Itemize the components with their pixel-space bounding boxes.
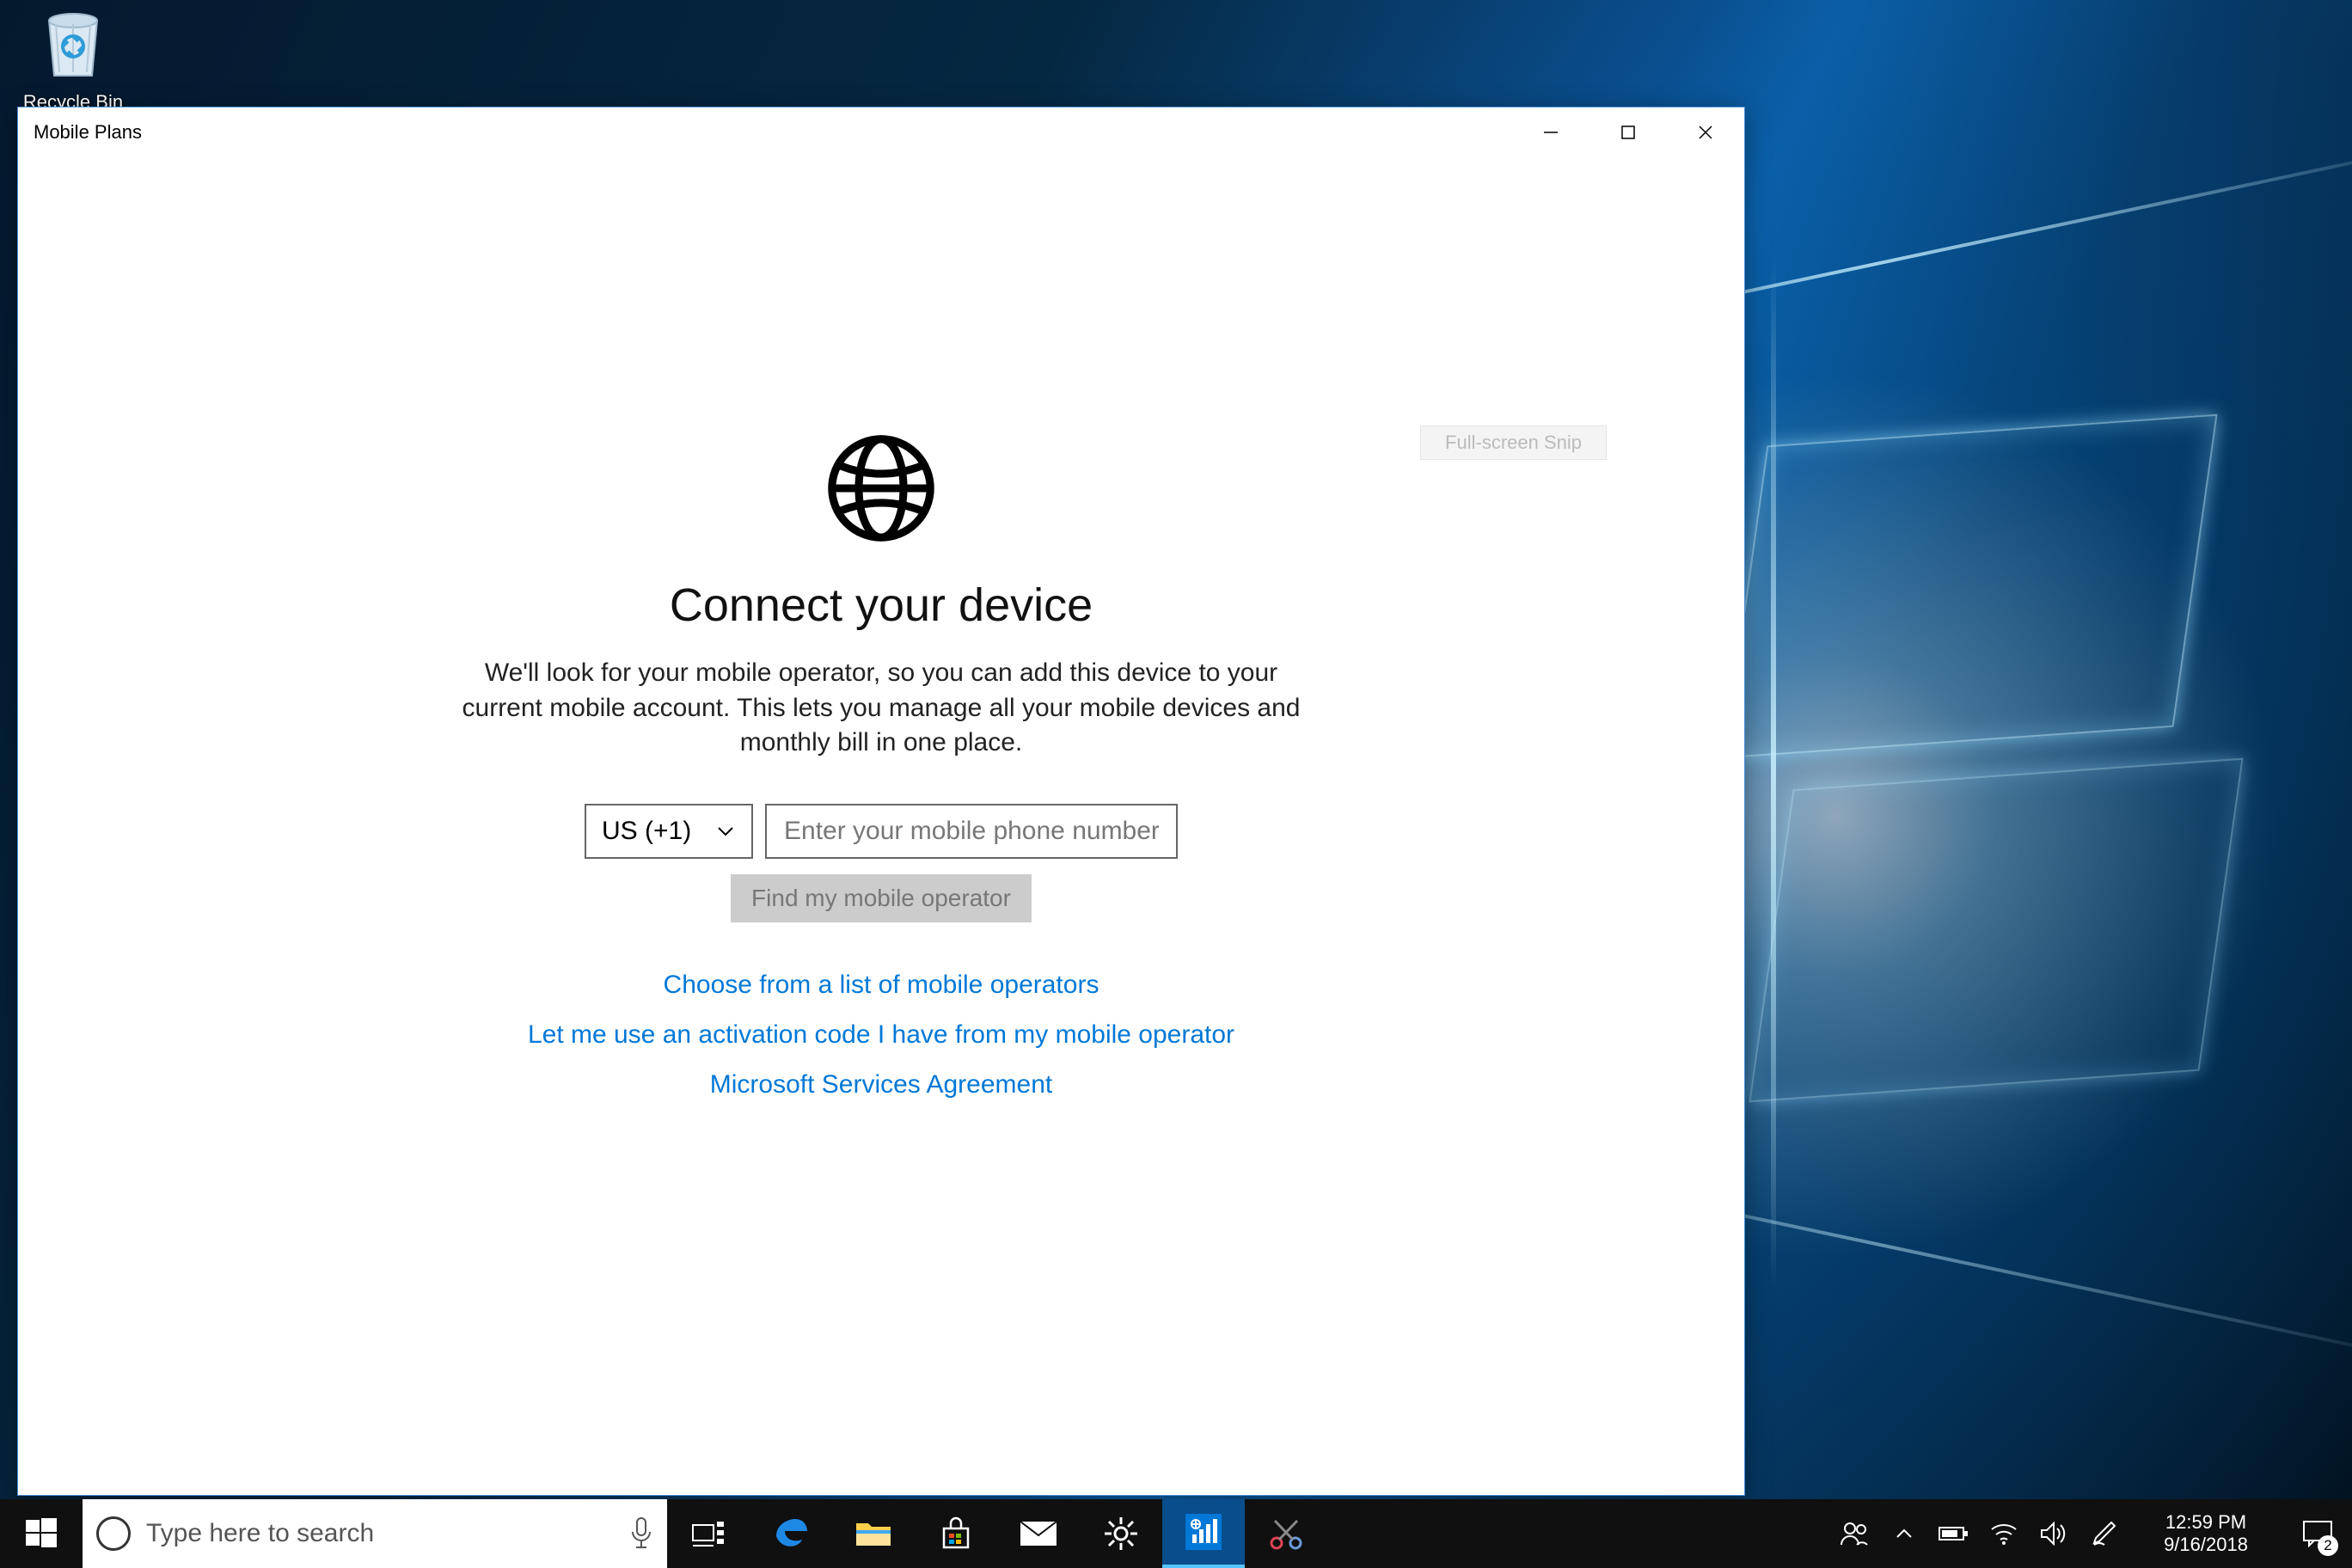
link-activation-code[interactable]: Let me use an activation code I have fro…	[528, 1020, 1234, 1050]
pen-icon	[2091, 1521, 2116, 1547]
window-client-area: Connect your device We'll look for your …	[18, 157, 1744, 1495]
gear-icon	[1103, 1516, 1139, 1552]
maximize-icon	[1620, 124, 1637, 141]
recycle-bin-icon	[39, 3, 107, 81]
taskbar-app-edge[interactable]	[750, 1499, 832, 1568]
clock-time: 12:59 PM	[2165, 1511, 2246, 1534]
taskbar-app-snip[interactable]	[1245, 1499, 1327, 1568]
cortana-icon	[96, 1516, 131, 1551]
desktop-icon-recycle-bin[interactable]: Recycle Bin	[9, 3, 138, 113]
ghost-tooltip: Full-screen Snip	[1420, 426, 1607, 460]
taskbar-app-store[interactable]	[915, 1499, 997, 1568]
store-icon	[939, 1516, 973, 1551]
mobile-plans-icon	[1185, 1514, 1222, 1550]
task-view-icon	[691, 1520, 726, 1547]
tray-volume[interactable]	[2029, 1499, 2079, 1568]
maximize-button[interactable]	[1589, 107, 1667, 157]
country-code-select[interactable]: US (+1)	[585, 804, 753, 859]
link-choose-operator[interactable]: Choose from a list of mobile operators	[664, 971, 1099, 1000]
taskbar-app-settings[interactable]	[1080, 1499, 1162, 1568]
tray-wifi[interactable]	[1979, 1499, 2029, 1568]
action-center-button[interactable]: 2	[2283, 1499, 2352, 1568]
taskbar-clock[interactable]: 12:59 PM 9/16/2018	[2128, 1499, 2283, 1568]
microphone-icon[interactable]	[629, 1516, 653, 1551]
mail-icon	[1019, 1520, 1058, 1547]
chevron-up-icon	[1894, 1523, 1914, 1544]
taskbar-app-mail[interactable]	[997, 1499, 1080, 1568]
tray-pen[interactable]	[2079, 1499, 2128, 1568]
file-explorer-icon	[854, 1518, 892, 1549]
link-services-agreement[interactable]: Microsoft Services Agreement	[710, 1070, 1052, 1099]
start-button[interactable]	[0, 1499, 83, 1568]
globe-icon	[825, 432, 937, 544]
battery-icon	[1939, 1525, 1969, 1542]
close-button[interactable]	[1667, 107, 1744, 157]
taskbar-app-file-explorer[interactable]	[832, 1499, 915, 1568]
scissors-icon	[1268, 1516, 1304, 1552]
minimize-button[interactable]	[1512, 107, 1589, 157]
notification-badge: 2	[2318, 1535, 2338, 1556]
phone-number-input[interactable]	[765, 804, 1178, 859]
taskbar-app-mobile-plans[interactable]	[1162, 1499, 1245, 1568]
windows-logo-icon	[26, 1518, 57, 1549]
tray-overflow[interactable]	[1879, 1499, 1929, 1568]
task-view-button[interactable]	[667, 1499, 750, 1568]
wifi-icon	[1990, 1522, 2018, 1545]
tray-people[interactable]	[1829, 1499, 1879, 1568]
minimize-icon	[1542, 124, 1559, 141]
window-title: Mobile Plans	[34, 121, 142, 144]
country-code-value: US (+1)	[602, 817, 691, 846]
taskbar: 12:59 PM 9/16/2018 2	[0, 1499, 2352, 1568]
system-tray: 12:59 PM 9/16/2018 2	[1829, 1499, 2352, 1568]
find-operator-button[interactable]: Find my mobile operator	[731, 874, 1032, 922]
mobile-plans-window: Mobile Plans Full-screen Snip Connect yo…	[17, 107, 1745, 1496]
edge-icon	[773, 1516, 809, 1552]
page-subtext: We'll look for your mobile operator, so …	[460, 656, 1302, 761]
tray-battery[interactable]	[1929, 1499, 1979, 1568]
titlebar[interactable]: Mobile Plans	[18, 107, 1744, 157]
search-input[interactable]	[146, 1519, 614, 1548]
clock-date: 9/16/2018	[2164, 1534, 2248, 1556]
speaker-icon	[2040, 1522, 2067, 1546]
people-icon	[1840, 1519, 1869, 1548]
page-heading: Connect your device	[670, 579, 1093, 632]
phone-entry-row: US (+1)	[585, 804, 1178, 859]
chevron-down-icon	[715, 821, 736, 842]
close-icon	[1697, 124, 1714, 141]
taskbar-search[interactable]	[83, 1499, 667, 1568]
